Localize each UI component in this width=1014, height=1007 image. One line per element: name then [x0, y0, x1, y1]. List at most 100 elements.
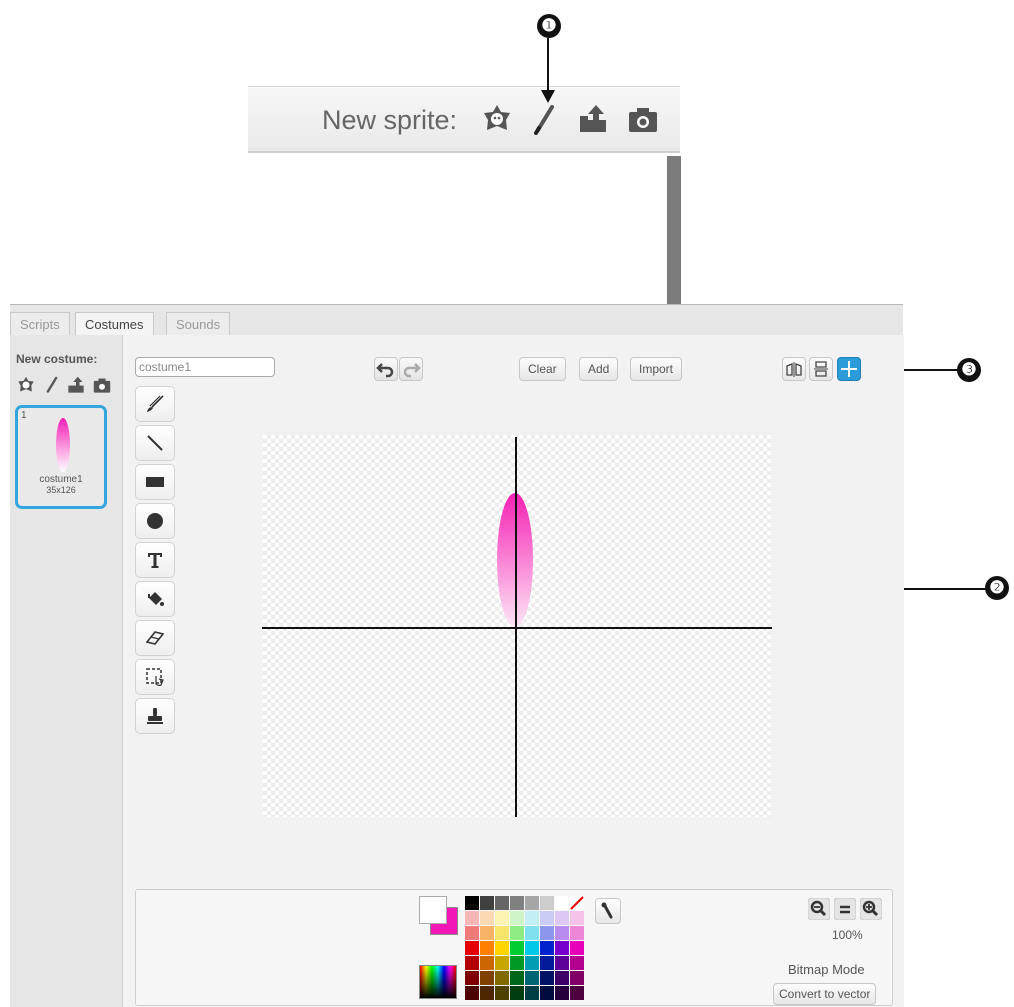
import-button[interactable]: Import	[630, 357, 683, 381]
palette-swatch[interactable]	[495, 971, 509, 985]
palette-swatch[interactable]	[570, 941, 584, 955]
center-crosshair-vertical	[515, 437, 517, 817]
palette-swatch[interactable]	[570, 986, 584, 1000]
palette-swatch[interactable]	[465, 911, 479, 925]
fill-icon[interactable]	[135, 581, 175, 617]
stamp-icon[interactable]	[135, 698, 175, 734]
palette-swatch[interactable]	[540, 986, 554, 1000]
upload-costume-icon[interactable]	[66, 375, 86, 395]
zoom-level: 100%	[832, 928, 863, 942]
palette-swatch[interactable]	[495, 956, 509, 970]
tab-costumes[interactable]: Costumes	[75, 312, 154, 337]
palette-swatch[interactable]	[480, 911, 494, 925]
palette-swatch[interactable]	[465, 896, 479, 910]
clear-button[interactable]: Clear	[519, 357, 566, 381]
redo-button[interactable]	[399, 357, 423, 381]
palette-swatch[interactable]	[510, 911, 524, 925]
palette-swatch[interactable]	[465, 956, 479, 970]
ellipse-icon[interactable]	[135, 503, 175, 539]
palette-swatch[interactable]	[510, 941, 524, 955]
color-spectrum-picker[interactable]	[419, 965, 457, 999]
zoom-in-icon[interactable]	[859, 897, 883, 921]
palette-swatch[interactable]	[495, 911, 509, 925]
palette-swatch[interactable]	[555, 941, 569, 955]
palette-swatch[interactable]	[555, 956, 569, 970]
flip-horizontal-icon[interactable]	[782, 357, 806, 381]
palette-swatch[interactable]	[555, 926, 569, 940]
palette-swatch[interactable]	[510, 956, 524, 970]
palette-swatch[interactable]	[540, 971, 554, 985]
palette-swatch[interactable]	[480, 926, 494, 940]
palette-swatch[interactable]	[540, 896, 554, 910]
flip-vertical-icon[interactable]	[809, 357, 833, 381]
palette-swatch[interactable]	[480, 896, 494, 910]
rectangle-icon[interactable]	[135, 464, 175, 500]
paint-new-costume-icon[interactable]	[42, 375, 62, 395]
primary-color-swatch[interactable]	[419, 896, 447, 924]
palette-swatch[interactable]	[510, 986, 524, 1000]
palette-swatch[interactable]	[465, 986, 479, 1000]
transparent-color-swatch[interactable]	[570, 896, 584, 910]
palette-swatch[interactable]	[495, 941, 509, 955]
tab-scripts[interactable]: Scripts	[10, 312, 70, 337]
palette-swatch[interactable]	[525, 956, 539, 970]
palette-swatch[interactable]	[555, 911, 569, 925]
costume-thumbnail[interactable]: 1 costume1 35x126	[15, 405, 107, 509]
line-icon[interactable]	[135, 425, 175, 461]
palette-swatch[interactable]	[510, 926, 524, 940]
palette-swatch[interactable]	[555, 971, 569, 985]
palette-swatch[interactable]	[480, 941, 494, 955]
palette-swatch[interactable]	[525, 971, 539, 985]
add-button[interactable]: Add	[579, 357, 619, 381]
palette-swatch[interactable]	[495, 926, 509, 940]
palette-swatch[interactable]	[540, 926, 554, 940]
zoom-reset-icon[interactable]	[833, 897, 857, 921]
select-icon[interactable]	[135, 659, 175, 695]
palette-swatch[interactable]	[480, 986, 494, 1000]
camera-icon[interactable]	[626, 103, 660, 135]
palette-swatch[interactable]	[510, 971, 524, 985]
palette-swatch[interactable]	[465, 941, 479, 955]
palette-swatch[interactable]	[510, 896, 524, 910]
costume-library-icon[interactable]	[16, 375, 36, 395]
tab-sounds[interactable]: Sounds	[166, 312, 231, 337]
palette-swatch[interactable]	[570, 971, 584, 985]
undo-button[interactable]	[374, 357, 398, 381]
palette-swatch[interactable]	[525, 896, 539, 910]
zoom-out-icon[interactable]	[807, 897, 831, 921]
new-sprite-bar: New sprite:	[248, 86, 680, 153]
costume-preview	[56, 418, 70, 472]
camera-costume-icon[interactable]	[92, 375, 112, 395]
sprite-pane-scrollbar[interactable]	[667, 156, 681, 304]
palette-swatch[interactable]	[480, 956, 494, 970]
palette-swatch[interactable]	[540, 941, 554, 955]
eyedropper-icon[interactable]	[595, 898, 621, 924]
palette-swatch[interactable]	[570, 956, 584, 970]
palette-swatch[interactable]	[570, 926, 584, 940]
palette-swatch[interactable]	[495, 896, 509, 910]
text-icon[interactable]	[135, 542, 175, 578]
palette-swatch[interactable]	[525, 941, 539, 955]
palette-swatch[interactable]	[525, 926, 539, 940]
callout-1: ❶	[537, 14, 561, 38]
palette-swatch[interactable]	[555, 986, 569, 1000]
costume-name-input[interactable]	[135, 357, 275, 377]
upload-icon[interactable]	[576, 103, 610, 135]
palette-swatch[interactable]	[555, 896, 569, 910]
brush-icon[interactable]	[135, 386, 175, 422]
palette-swatch[interactable]	[525, 986, 539, 1000]
paint-brush-icon[interactable]	[528, 103, 562, 135]
palette-swatch[interactable]	[540, 911, 554, 925]
sprite-library-icon[interactable]	[480, 103, 514, 135]
palette-swatch[interactable]	[495, 986, 509, 1000]
palette-swatch[interactable]	[465, 926, 479, 940]
palette-swatch[interactable]	[525, 911, 539, 925]
palette-swatch[interactable]	[465, 971, 479, 985]
set-costume-center-icon[interactable]	[837, 357, 861, 381]
costume-name: costume1	[39, 474, 83, 485]
eraser-icon[interactable]	[135, 620, 175, 656]
palette-swatch[interactable]	[480, 971, 494, 985]
palette-swatch[interactable]	[540, 956, 554, 970]
convert-to-vector-button[interactable]: Convert to vector	[773, 983, 877, 1005]
palette-swatch[interactable]	[570, 911, 584, 925]
